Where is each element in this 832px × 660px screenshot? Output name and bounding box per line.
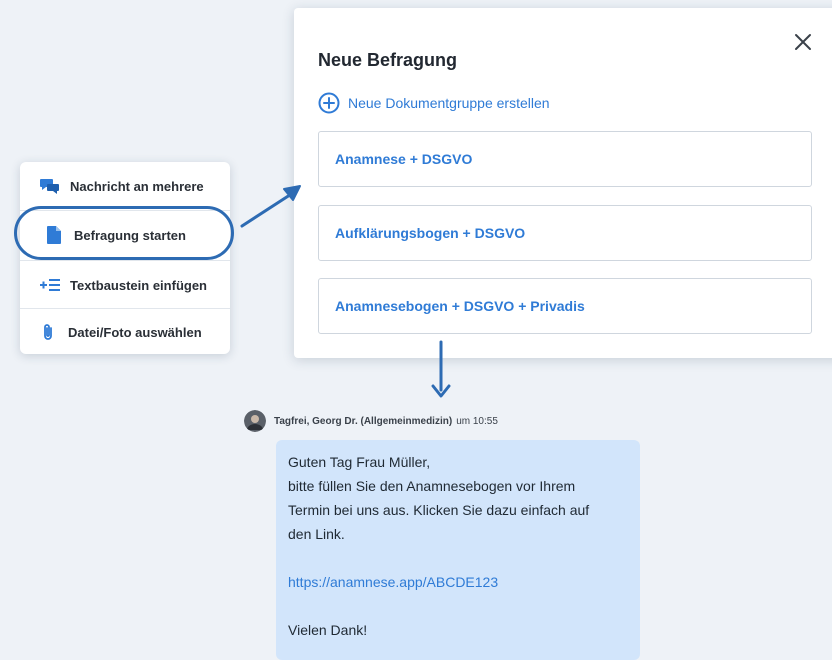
message-line: Termin bei uns aus. Klicken Sie dazu ein… bbox=[288, 502, 590, 518]
highlight-ring bbox=[14, 206, 234, 260]
menu-item-label: Datei/Foto auswählen bbox=[68, 324, 202, 340]
survey-link[interactable]: https://anamnese.app/ABCDE123 bbox=[288, 570, 628, 594]
new-survey-modal: Neue Befragung Neue Dokumentgruppe erste… bbox=[294, 8, 832, 358]
new-document-group-label: Neue Dokumentgruppe erstellen bbox=[348, 95, 550, 111]
sender-name: Tagfrei, Georg Dr. (Allgemeinmedizin) bbox=[274, 415, 453, 427]
modal-title: Neue Befragung bbox=[318, 50, 458, 70]
menu-item-select-file[interactable]: Datei/Foto auswählen bbox=[20, 308, 230, 356]
message-line: den Link. bbox=[288, 526, 345, 542]
close-icon[interactable] bbox=[791, 30, 815, 54]
chat-bubbles-icon bbox=[40, 176, 60, 196]
new-document-group-link[interactable]: Neue Dokumentgruppe erstellen bbox=[318, 92, 550, 114]
message-bubble: Guten Tag Frau Müller, bitte füllen Sie … bbox=[276, 440, 640, 660]
message-time: um 10:55 bbox=[456, 415, 498, 427]
menu-item-label: Textbaustein einfügen bbox=[70, 277, 207, 293]
plus-list-icon bbox=[40, 275, 60, 295]
menu-item-label: Nachricht an mehrere bbox=[70, 178, 204, 194]
paperclip-icon bbox=[38, 322, 58, 342]
message-line: bitte füllen Sie den Anamnesebogen vor I… bbox=[288, 478, 576, 494]
document-group-option[interactable]: Aufklärungsbogen + DSGVO bbox=[318, 205, 812, 261]
arrow-to-modal bbox=[240, 185, 301, 228]
plus-circle-icon bbox=[318, 92, 340, 114]
avatar bbox=[244, 410, 266, 432]
menu-item-insert-text-block[interactable]: Textbaustein einfügen bbox=[20, 261, 230, 309]
menu-item-message-multiple[interactable]: Nachricht an mehrere bbox=[20, 162, 230, 210]
document-group-option[interactable]: Anamnese + DSGVO bbox=[318, 131, 812, 187]
message-line: Guten Tag Frau Müller, bbox=[288, 454, 431, 470]
message-closing: Vielen Dank! bbox=[288, 622, 368, 638]
document-group-option[interactable]: Anamnesebogen + DSGVO + Privadis bbox=[318, 278, 812, 334]
message-sender-row: Tagfrei, Georg Dr. (Allgemeinmedizin) um… bbox=[244, 410, 498, 432]
